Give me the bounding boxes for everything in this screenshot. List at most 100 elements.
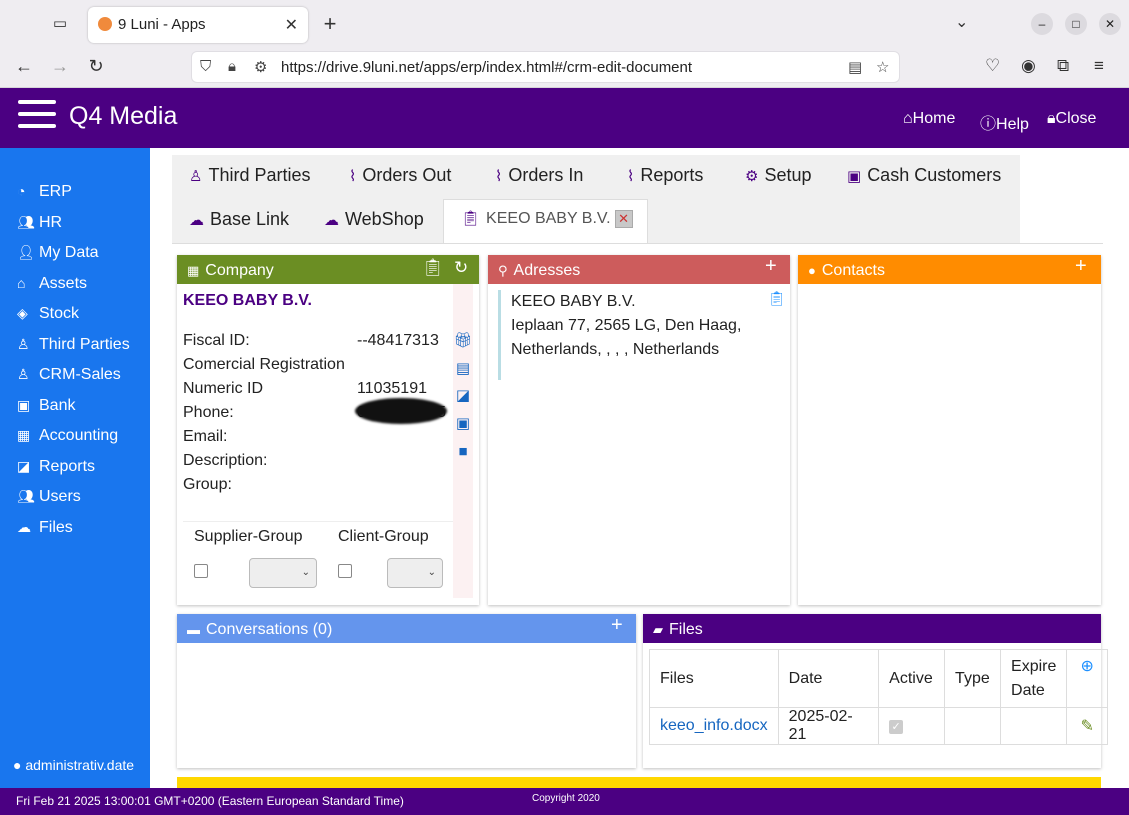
close-tab-button[interactable]: ✕ <box>614 209 633 228</box>
tab-reports[interactable]: ⌇ Reports <box>627 165 703 186</box>
close-link[interactable]: 🔒︎Close <box>1047 110 1096 128</box>
bookmark-star-icon[interactable]: ☆ <box>876 58 889 76</box>
permissions-icon[interactable]: ⚙ <box>254 58 267 76</box>
reload-button[interactable]: ↻ <box>84 56 108 77</box>
field-label: Fiscal ID: <box>183 332 250 349</box>
clipboard-icon[interactable]: 📋︎ <box>768 290 786 307</box>
browser-tabbar: ▭ 9 Luni - Apps ✕ + ⌄ – □ ✕ <box>0 0 1129 48</box>
edit-pencil-icon[interactable]: ✎ <box>1066 707 1108 745</box>
sidebar: ◔ ERP 👥︎ HR 👤︎ My Data ⌂ Assets ◈ Stock ♙ Thir… <box>0 148 150 788</box>
client-group-checkbox[interactable] <box>338 564 352 578</box>
sidebar-item-bank[interactable]: ▣ Bank <box>17 397 75 415</box>
address-entry: KEEO BABY B.V. Ieplaan 77, 2565 LG, Den … <box>498 290 782 380</box>
clipboard-icon[interactable]: 📋︎ <box>422 258 444 278</box>
reader-view-icon[interactable]: ▤ <box>848 58 862 76</box>
home-icon: ⌂ <box>903 110 913 127</box>
supplier-group-checkbox[interactable] <box>194 564 208 578</box>
file-link[interactable]: keeo_info.docx <box>660 717 768 734</box>
forward-button[interactable]: → <box>48 56 72 77</box>
addresses-panel-header: ⚲ Adresses + <box>488 255 790 284</box>
sidebar-item-users[interactable]: 👥︎ Users <box>17 488 81 506</box>
refresh-icon[interactable]: ↻ <box>454 258 468 278</box>
add-address-icon[interactable]: + <box>765 255 777 278</box>
pocket-icon[interactable]: ♡ <box>985 56 1000 76</box>
sidebar-item-erp[interactable]: ◔ ERP <box>17 183 72 201</box>
minimize-button[interactable]: – <box>1031 13 1053 35</box>
chart-icon[interactable]: ◪ <box>453 386 473 404</box>
sidebar-item-files[interactable]: ☁ Files <box>17 519 73 537</box>
tab-cash-customers[interactable]: ▣ Cash Customers <box>847 165 1001 186</box>
tab-list-icon[interactable]: ▭ <box>48 14 72 36</box>
calculator-icon: ▦ <box>17 427 31 443</box>
numeric-id-value: 11035191 <box>357 380 427 397</box>
paperclip-icon: ⌇ <box>627 168 635 185</box>
inbox-icon[interactable]: ▤ <box>453 359 473 377</box>
tab-setup[interactable]: ⚙ Setup <box>745 165 812 186</box>
add-contact-icon[interactable]: + <box>1075 255 1087 278</box>
field-label: Phone: <box>183 404 234 421</box>
sidebar-item-stock[interactable]: ◈ Stock <box>17 305 79 323</box>
add-file-icon[interactable]: ⊕ <box>1066 649 1108 708</box>
tab-base-link[interactable]: ☁ Base Link <box>189 209 289 230</box>
supplier-group-select[interactable]: ⌄ <box>249 558 317 588</box>
gift-icon[interactable]: 🎁︎ <box>453 331 473 349</box>
main-content: ♙ Third Parties ⌇ Orders Out ⌇ Orders In ⌇ R… <box>150 148 1129 788</box>
table-header-row: Files Date Active Type Expire Date ⊕ <box>649 649 1108 708</box>
new-tab-button[interactable]: + <box>318 11 342 37</box>
active-cell: ✓ <box>878 707 946 745</box>
sidebar-item-hr[interactable]: 👥︎ HR <box>17 214 62 232</box>
addresses-panel: ⚲ Adresses + KEEO BABY B.V. Ieplaan 77, 2… <box>488 255 790 605</box>
building-icon: ▦ <box>187 263 200 278</box>
add-conversation-icon[interactable]: + <box>611 614 623 637</box>
address-line-1: KEEO BABY B.V. <box>511 293 636 310</box>
sidebar-item-accounting[interactable]: ▦ Accounting <box>17 427 118 445</box>
account-icon[interactable]: ◉ <box>1021 56 1036 76</box>
chevron-down-icon[interactable]: ⌄ <box>955 12 968 32</box>
cloud-icon: ☁ <box>324 212 339 229</box>
sidebar-item-third-parties[interactable]: ♙ Third Parties <box>17 336 130 354</box>
footer: Fri Feb 21 2025 13:00:01 GMT+0200 (Easte… <box>0 788 1129 815</box>
user-account-link[interactable]: ● administrativ.date <box>13 757 134 773</box>
sidebar-item-reports[interactable]: ◪ Reports <box>17 458 95 476</box>
maximize-button[interactable]: □ <box>1065 13 1087 35</box>
table-row: keeo_info.docx 2025-02-21 ✓ ✎ <box>649 707 1108 745</box>
settings-sliders-icon[interactable] <box>18 96 56 132</box>
money-icon[interactable]: ▣ <box>453 414 473 432</box>
users-icon: 👥︎ <box>17 488 35 504</box>
extensions-icon[interactable]: ⧉ <box>1057 56 1069 76</box>
column-header: Type <box>944 649 1002 708</box>
close-window-button[interactable]: ✕ <box>1099 13 1121 35</box>
tab-third-parties[interactable]: ♙ Third Parties <box>189 165 311 186</box>
column-header: Date <box>777 649 880 708</box>
tab-webshop[interactable]: ☁ WebShop <box>324 209 424 230</box>
sidebar-item-assets[interactable]: ⌂ Assets <box>17 275 87 293</box>
address-line-3: Netherlands, , , , Netherlands <box>511 341 720 358</box>
browser-tab[interactable]: 9 Luni - Apps ✕ <box>88 7 308 43</box>
cloud-icon: ☁ <box>17 519 31 535</box>
tag-icon: ◈ <box>17 305 28 321</box>
help-link[interactable]: ⓘHelp <box>980 110 1029 134</box>
url-bar[interactable]: ⛉ 🔒︎ ⚙ https://drive.9luni.net/apps/erp/… <box>191 51 900 83</box>
column-header: Expire Date <box>1000 649 1068 708</box>
files-table: Files Date Active Type Expire Date ⊕ kee… <box>649 649 1108 745</box>
back-button[interactable]: ← <box>12 56 36 77</box>
user-icon: 👤︎ <box>17 244 35 260</box>
field-label: Comercial Registration <box>183 356 345 373</box>
tab-active-document[interactable]: 📋︎ KEEO BABY B.V. ✕ <box>443 199 648 243</box>
tab-orders-in[interactable]: ⌇ Orders In <box>495 165 583 186</box>
sidebar-item-my-data[interactable]: 👤︎ My Data <box>17 244 99 262</box>
money-icon: ▣ <box>847 168 862 185</box>
active-checkbox: ✓ <box>889 720 904 734</box>
sidebar-item-crm-sales[interactable]: ♙ CRM-Sales <box>17 366 121 384</box>
app-header: Q4 Media ⌂Home ⓘHelp 🔒︎Close <box>0 88 1129 148</box>
tab-bar: ♙ Third Parties ⌇ Orders Out ⌇ Orders In ⌇ R… <box>172 155 1020 243</box>
briefcase-icon[interactable]: ■ <box>453 443 473 460</box>
close-tab-icon[interactable]: ✕ <box>285 15 298 35</box>
client-group-select[interactable]: ⌄ <box>387 558 443 588</box>
tab-orders-out[interactable]: ⌇ Orders Out <box>349 165 451 186</box>
menu-icon[interactable]: ≡ <box>1094 56 1104 76</box>
app-title: Q4 Media <box>69 102 178 130</box>
lock-icon: 🔒︎ <box>1047 110 1056 127</box>
home-link[interactable]: ⌂Home <box>903 110 955 128</box>
footer-copyright: Copyright 2020 <box>532 793 600 804</box>
